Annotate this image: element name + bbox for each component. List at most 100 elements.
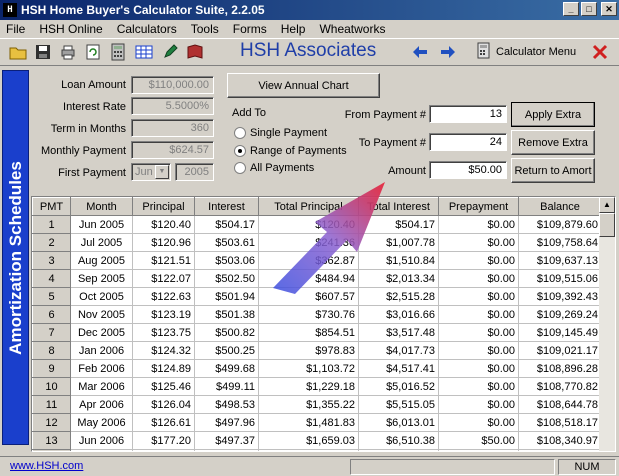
table-row[interactable]: 1 Jun 2005 $120.40 $504.17 $120.40 $504.17 $0.…: [32, 215, 602, 234]
table-cell[interactable]: $125.46: [132, 377, 195, 396]
row-header-cell[interactable]: 6: [32, 305, 71, 324]
table-cell[interactable]: $0.00: [438, 287, 519, 306]
print-icon[interactable]: [58, 42, 78, 62]
table-cell[interactable]: $124.89: [132, 359, 195, 378]
refresh-icon[interactable]: [83, 42, 103, 62]
from-payment-field[interactable]: 13: [429, 105, 507, 123]
menu-help[interactable]: Help: [274, 22, 313, 36]
apply-extra-button[interactable]: Apply Extra: [511, 102, 595, 127]
table-cell[interactable]: $109,392.43: [518, 287, 602, 306]
table-cell[interactable]: $124.32: [132, 341, 195, 360]
table-cell[interactable]: $120.40: [258, 215, 359, 234]
table-cell[interactable]: $109,145.49: [518, 323, 602, 342]
table-cell[interactable]: $108,340.97: [518, 431, 602, 450]
menu-calculators[interactable]: Calculators: [110, 22, 184, 36]
table-cell[interactable]: $607.57: [258, 287, 359, 306]
open-folder-icon[interactable]: [8, 42, 28, 62]
row-header-cell[interactable]: 12: [32, 413, 71, 432]
return-to-amort-button[interactable]: Return to Amort: [511, 158, 595, 183]
table-row[interactable]: 7 Dec 2005 $123.75 $500.82 $854.51 $3,517.48 $…: [32, 323, 602, 342]
menu-file[interactable]: File: [0, 22, 32, 36]
table-cell[interactable]: $122.07: [132, 269, 195, 288]
table-cell[interactable]: $123.75: [132, 323, 195, 342]
to-payment-field[interactable]: 24: [429, 133, 507, 151]
column-header[interactable]: Balance: [518, 197, 602, 216]
table-cell[interactable]: $0.00: [438, 413, 519, 432]
row-header-cell[interactable]: 10: [32, 377, 71, 396]
table-cell[interactable]: $109,758.64: [518, 233, 602, 252]
spreadsheet-icon[interactable]: [134, 42, 154, 62]
row-header-cell[interactable]: 4: [32, 269, 71, 288]
table-row[interactable]: 2 Jul 2005 $120.96 $503.61 $241.36 $1,007.78 $…: [32, 233, 602, 252]
table-row[interactable]: 6 Nov 2005 $123.19 $501.38 $730.76 $3,016.66 $…: [32, 305, 602, 324]
column-header[interactable]: Total Principal: [258, 197, 359, 216]
row-header-cell[interactable]: 1: [32, 215, 71, 234]
table-cell[interactable]: $503.06: [194, 251, 259, 270]
table-cell[interactable]: $499.68: [194, 359, 259, 378]
table-cell[interactable]: $2,515.28: [358, 287, 439, 306]
table-cell[interactable]: Jul 2006: [70, 449, 133, 451]
save-disk-icon[interactable]: [33, 42, 53, 62]
table-cell[interactable]: $504.17: [358, 215, 439, 234]
table-cell[interactable]: Nov 2005: [70, 305, 133, 324]
radio-all-payments[interactable]: All Payments: [234, 162, 314, 174]
table-cell[interactable]: $1,481.83: [258, 413, 359, 432]
vertical-scrollbar[interactable]: ▲: [599, 197, 615, 451]
row-header-cell[interactable]: 9: [32, 359, 71, 378]
table-cell[interactable]: Sep 2005: [70, 269, 133, 288]
table-row[interactable]: 13 Jun 2006 $177.20 $497.37 $1,659.03 $6,510.…: [32, 431, 602, 450]
table-cell[interactable]: $241.36: [258, 233, 359, 252]
row-header-cell[interactable]: 14: [32, 449, 71, 451]
table-row[interactable]: 10 Mar 2006 $125.46 $499.11 $1,229.18 $5,016.…: [32, 377, 602, 396]
pen-icon[interactable]: [160, 42, 180, 62]
table-cell[interactable]: $730.76: [258, 305, 359, 324]
table-cell[interactable]: $126.04: [132, 395, 195, 414]
amortization-grid[interactable]: PMT Month Principal Interest Total Princ…: [31, 196, 616, 452]
table-row[interactable]: 12 May 2006 $126.61 $497.96 $1,481.83 $6,013.…: [32, 413, 602, 432]
row-header-cell[interactable]: 7: [32, 323, 71, 342]
table-cell[interactable]: $4,517.41: [358, 359, 439, 378]
table-cell[interactable]: $502.50: [194, 269, 259, 288]
table-cell[interactable]: $3,517.48: [358, 323, 439, 342]
table-cell[interactable]: $120.40: [132, 215, 195, 234]
menu-hsh-online[interactable]: HSH Online: [32, 22, 109, 36]
maximize-button[interactable]: □: [581, 2, 597, 16]
first-year-field[interactable]: 2005: [175, 163, 214, 181]
table-cell[interactable]: $177.20: [132, 431, 195, 450]
table-cell[interactable]: $500.25: [194, 341, 259, 360]
menu-tools[interactable]: Tools: [184, 22, 226, 36]
book-icon[interactable]: [185, 42, 205, 62]
column-header[interactable]: Total Interest: [358, 197, 439, 216]
exit-icon[interactable]: [590, 42, 610, 62]
table-cell[interactable]: Mar 2006: [70, 377, 133, 396]
remove-extra-button[interactable]: Remove Extra: [511, 130, 595, 155]
table-cell[interactable]: Jul 2005: [70, 233, 133, 252]
table-cell[interactable]: $6,013.01: [358, 413, 439, 432]
table-cell[interactable]: $4,017.73: [358, 341, 439, 360]
table-cell[interactable]: $109,879.60: [518, 215, 602, 234]
table-cell[interactable]: $497.37: [194, 431, 259, 450]
term-field[interactable]: 360: [131, 119, 214, 137]
close-button[interactable]: ✕: [601, 2, 617, 16]
table-cell[interactable]: $1,355.22: [258, 395, 359, 414]
row-header-cell[interactable]: 5: [32, 287, 71, 306]
minimize-button[interactable]: _: [563, 2, 579, 16]
table-cell[interactable]: $500.82: [194, 323, 259, 342]
table-cell[interactable]: $1,837.04: [258, 449, 359, 451]
table-cell[interactable]: Jun 2006: [70, 431, 133, 450]
table-cell[interactable]: $0.00: [438, 233, 519, 252]
table-cell[interactable]: May 2006: [70, 413, 133, 432]
column-header[interactable]: Interest: [194, 197, 259, 216]
table-cell[interactable]: $0.00: [438, 395, 519, 414]
row-header-cell[interactable]: 3: [32, 251, 71, 270]
table-cell[interactable]: $1,229.18: [258, 377, 359, 396]
table-cell[interactable]: Jan 2006: [70, 341, 133, 360]
table-cell[interactable]: $120.96: [132, 233, 195, 252]
table-cell[interactable]: Aug 2005: [70, 251, 133, 270]
column-header[interactable]: PMT: [32, 197, 71, 216]
app-icon[interactable]: H: [3, 3, 17, 17]
table-cell[interactable]: $484.94: [258, 269, 359, 288]
table-cell[interactable]: $0.00: [438, 377, 519, 396]
table-cell[interactable]: $1,510.84: [358, 251, 439, 270]
table-row[interactable]: 5 Oct 2005 $122.63 $501.94 $607.57 $2,515.28 $…: [32, 287, 602, 306]
